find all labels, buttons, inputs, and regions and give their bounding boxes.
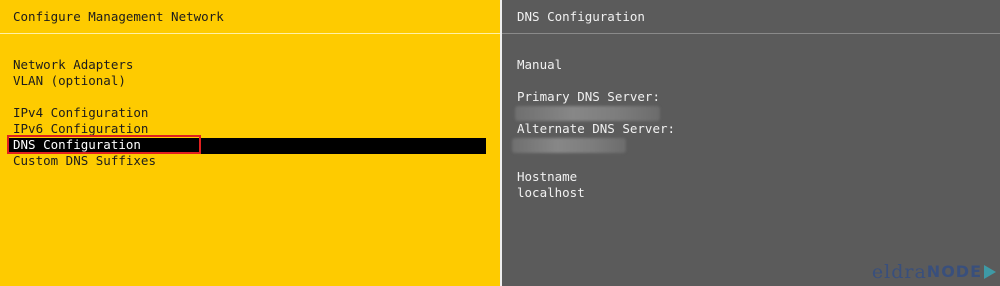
hostname-label: Hostname — [517, 169, 578, 184]
details-panel-title: DNS Configuration — [517, 9, 645, 24]
play-arrow-icon — [984, 265, 996, 279]
alternate-dns-label: Alternate DNS Server: — [517, 121, 676, 136]
dns-mode-value: Manual — [517, 57, 563, 72]
primary-dns-value-redacted — [515, 106, 660, 121]
primary-dns-label: Primary DNS Server: — [517, 89, 660, 104]
watermark-text-node: NODE — [926, 262, 982, 281]
menu-item-ipv4-configuration[interactable]: IPv4 Configuration — [13, 105, 148, 121]
alternate-dns-value-redacted — [512, 138, 626, 153]
details-panel: DNS Configuration Manual Primary DNS Ser… — [500, 0, 1000, 286]
details-panel-divider — [502, 33, 1000, 34]
hostname-value: localhost — [517, 185, 585, 200]
highlight-annotation-box — [7, 135, 201, 154]
menu-panel-divider — [0, 33, 500, 34]
eldranode-watermark-logo: eldra NODE — [871, 261, 996, 283]
menu-item-vlan[interactable]: VLAN (optional) — [13, 73, 126, 89]
menu-panel-title: Configure Management Network — [13, 9, 224, 24]
menu-panel: Configure Management Network Network Ada… — [0, 0, 500, 286]
menu-item-network-adapters[interactable]: Network Adapters — [13, 57, 133, 73]
menu-item-custom-dns-suffixes[interactable]: Custom DNS Suffixes — [13, 153, 156, 169]
watermark-text-eldra: eldra — [871, 261, 927, 283]
